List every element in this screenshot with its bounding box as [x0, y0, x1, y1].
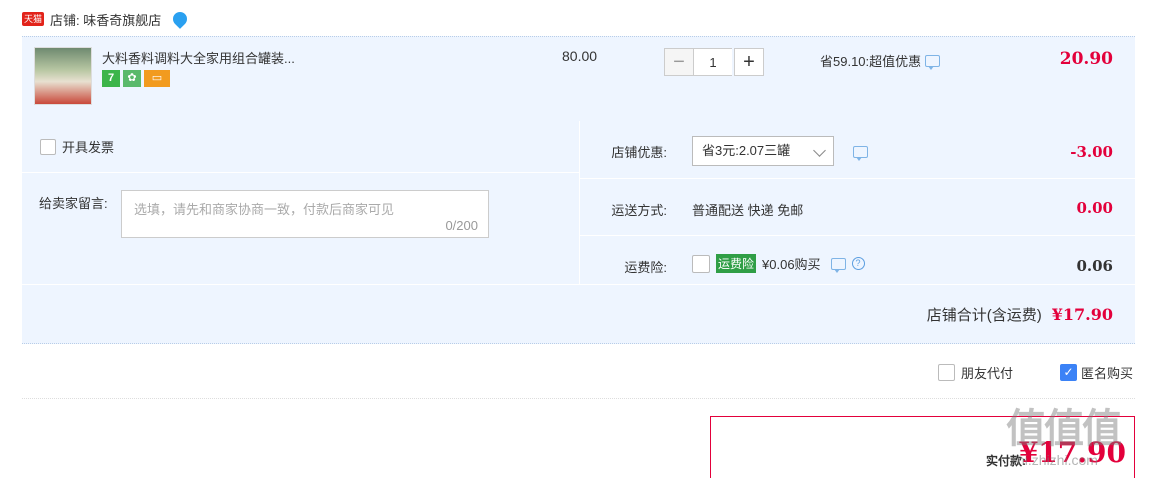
row-divider — [580, 235, 1135, 236]
tmall-badge: 天猫 — [22, 12, 45, 26]
seller-message-input[interactable]: 选填，请先和商家协商一致，付款后商家可见 0/200 — [121, 190, 489, 238]
friend-pay-option[interactable]: 朋友代付 — [938, 363, 1013, 382]
chevron-down-icon — [813, 144, 826, 157]
store-discount-label: 店铺优惠: — [611, 145, 667, 160]
unit-price: 80.00 — [562, 48, 598, 64]
insurance-label: 运费险: — [624, 260, 667, 275]
promo-detail-icon[interactable] — [925, 54, 941, 70]
store-discount-selected: 省3元:2.07三罐 — [702, 143, 791, 158]
card-payment-icon: ▭ — [144, 70, 170, 87]
insurance-info-icon[interactable] — [830, 257, 846, 273]
discount-info-icon[interactable] — [853, 146, 868, 161]
shipping-amount: 0.00 — [1076, 199, 1113, 217]
item-promo: 省59.10:超值优惠 — [820, 51, 941, 70]
item-subtotal: 20.90 — [1059, 49, 1113, 69]
qty-decrease-button[interactable]: − — [664, 48, 694, 76]
section-divider — [22, 398, 1135, 399]
invoice-label: 开具发票 — [62, 140, 115, 155]
store-discount-select[interactable]: 省3元:2.07三罐 — [692, 136, 834, 166]
qty-input[interactable]: 1 — [694, 48, 732, 76]
row-divider — [22, 172, 579, 173]
store-discount-amount: -3.00 — [1070, 143, 1113, 161]
anonymous-label: 匿名购买 — [1081, 366, 1134, 381]
help-icon[interactable]: ? — [851, 257, 865, 270]
shipping-label: 运送方式: — [611, 203, 667, 218]
insurance-option: 运费险 ¥0.06购买 ? — [692, 254, 865, 273]
item-row: 大料香料调料大全家用组合罐装... 7 ✿ ▭ 80.00 − 1 + 省59.… — [22, 36, 1135, 122]
shipping-method: 普通配送 快递 免邮 — [692, 203, 804, 218]
message-placeholder: 选填，请先和商家协商一致，付款后商家可见 — [134, 202, 395, 217]
insurance-tag: 运费险 — [716, 254, 757, 273]
product-thumbnail[interactable] — [34, 47, 92, 105]
shop-name-link[interactable]: 店铺: 味香奇旗舰店 — [50, 10, 161, 29]
row-divider — [580, 178, 1135, 179]
insurance-amount: 0.06 — [1076, 257, 1113, 275]
friend-pay-label: 朋友代付 — [961, 366, 1014, 381]
insurance-price: ¥0.06购买 — [762, 257, 821, 272]
shop-total-value: ¥17.90 — [1051, 305, 1113, 324]
seven-day-return-icon: 7 — [102, 70, 120, 87]
invoice-checkbox[interactable] — [40, 138, 56, 155]
watermark-logo: 值值值 — [1006, 407, 1122, 451]
order-options-panel: 开具发票 给卖家留言: 选填，请先和商家协商一致，付款后商家可见 0/200 店… — [22, 121, 1135, 344]
message-label: 给卖家留言: — [39, 196, 108, 211]
invoice-option[interactable]: 开具发票 — [40, 137, 114, 156]
service-badges: 7 ✿ ▭ — [102, 70, 170, 87]
anonymous-checkbox[interactable]: ✓ — [1060, 364, 1077, 381]
qty-increase-button[interactable]: + — [734, 48, 764, 76]
guarantee-icon: ✿ — [123, 70, 141, 87]
quantity-stepper: − 1 + — [664, 48, 764, 76]
promo-text: 省59.10:超值优惠 — [820, 54, 922, 69]
shop-header: 天猫 店铺: 味香奇旗舰店 — [22, 9, 191, 29]
insurance-checkbox[interactable] — [692, 254, 710, 273]
shop-total: 店铺合计(含运费) ¥17.90 — [927, 304, 1113, 325]
row-divider — [22, 284, 1135, 285]
shop-total-label: 店铺合计(含运费) — [926, 307, 1042, 324]
anonymous-option[interactable]: ✓ 匿名购买 — [1060, 363, 1133, 382]
watermark-url: zhi.zhizhi.com — [1010, 452, 1098, 468]
wangwang-chat-icon[interactable] — [170, 9, 191, 29]
message-char-counter: 0/200 — [445, 218, 478, 233]
product-title[interactable]: 大料香料调料大全家用组合罐装... — [102, 48, 295, 67]
friend-pay-checkbox[interactable] — [938, 364, 955, 381]
